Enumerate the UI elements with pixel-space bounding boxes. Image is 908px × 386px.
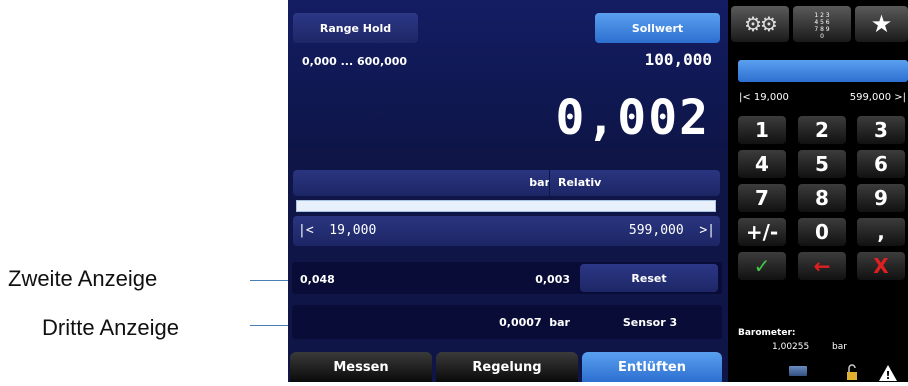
svg-text:1 2 3: 1 2 3	[814, 12, 829, 19]
svg-text:0: 0	[820, 33, 824, 38]
svg-text:4 5 6: 4 5 6	[814, 19, 829, 26]
network-icon	[789, 366, 807, 376]
key-2[interactable]: 2	[798, 116, 846, 144]
favorites-button[interactable]: ★	[855, 6, 908, 42]
numpad-icon: 1 2 3 4 5 6 7 8 9 0	[814, 12, 829, 38]
key-plus-minus[interactable]: +/-	[738, 218, 786, 246]
barometer-value: 1,00255	[772, 342, 810, 352]
backspace-arrow-icon[interactable]: ←	[798, 252, 846, 280]
tab-messen[interactable]: Messen	[290, 352, 432, 382]
annotation-second-display: Zweite Anzeige	[8, 266, 158, 291]
key-comma[interactable]: ,	[857, 218, 905, 246]
third-display-value: 0,0007 bar	[499, 316, 570, 329]
unit-label: bar	[529, 176, 550, 189]
cancel-x-icon[interactable]: X	[857, 252, 905, 280]
keypad-input-field[interactable]	[738, 60, 908, 82]
setpoint-value: 100,000	[644, 50, 712, 69]
range-bar	[296, 200, 716, 212]
key-5[interactable]: 5	[798, 150, 846, 178]
svg-text:!: !	[885, 369, 890, 382]
key-7[interactable]: 7	[738, 184, 786, 212]
barometer-unit: bar	[832, 342, 847, 352]
unlock-icon	[846, 364, 858, 384]
numpad-button[interactable]: 1 2 3 4 5 6 7 8 9 0	[793, 6, 851, 42]
svg-text:7 8 9: 7 8 9	[814, 26, 829, 33]
sensor-label: Sensor 3	[622, 316, 678, 329]
confirm-check-icon[interactable]: ✓	[738, 252, 786, 280]
gears-icon: ⚙⚙	[744, 12, 778, 36]
settings-button[interactable]: ⚙⚙	[731, 6, 789, 42]
key-8[interactable]: 8	[798, 184, 846, 212]
star-icon: ★	[870, 10, 893, 38]
mode-label: Relativ	[558, 176, 602, 189]
annotation-third-display: Dritte Anzeige	[42, 315, 179, 340]
main-reading: 0,002	[555, 90, 710, 146]
range-hold-button[interactable]: Range Hold	[293, 13, 418, 43]
tab-regelung[interactable]: Regelung	[436, 352, 578, 382]
second-display-value-b: 0,003	[535, 273, 570, 286]
tab-entlueften[interactable]: Entlüften	[582, 352, 722, 382]
reset-button[interactable]: Reset	[580, 264, 718, 292]
key-4[interactable]: 4	[738, 150, 786, 178]
range-text: 0,000 ... 600,000	[302, 55, 408, 68]
limit-high: 599,000 >|	[628, 223, 715, 238]
keypad-limit-high: 599,000 >|	[849, 92, 906, 103]
key-0[interactable]: 0	[798, 218, 846, 246]
key-6[interactable]: 6	[857, 150, 905, 178]
keypad-limit-low: |< 19,000	[739, 92, 789, 103]
warning-icon: !	[878, 364, 898, 386]
unit-divider	[549, 170, 550, 196]
limit-low: |< 19,000	[298, 223, 377, 238]
barometer-label: Barometer:	[738, 328, 796, 338]
second-display-value-a: 0,048	[300, 273, 335, 286]
key-9[interactable]: 9	[857, 184, 905, 212]
key-1[interactable]: 1	[738, 116, 786, 144]
key-3[interactable]: 3	[857, 116, 905, 144]
setpoint-button[interactable]: Sollwert	[595, 13, 720, 43]
unit-row[interactable]	[293, 170, 720, 196]
